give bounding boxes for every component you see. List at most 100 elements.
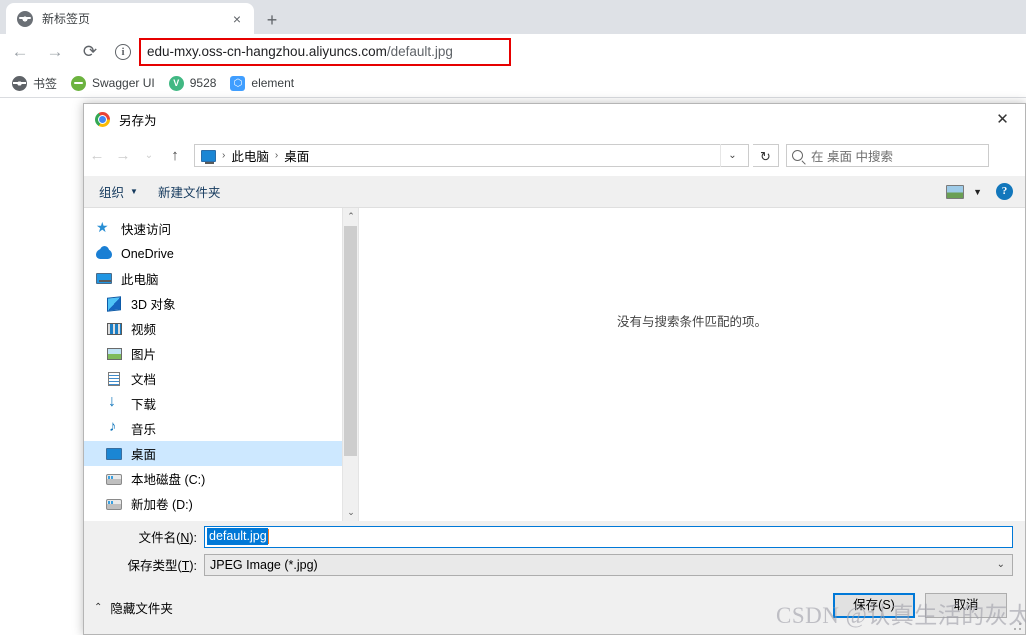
new-tab-button[interactable]: +	[258, 7, 286, 33]
reload-button[interactable]: ⟳	[75, 37, 105, 67]
filename-row: 文件名(N): default.jpg	[84, 524, 1025, 549]
view-layout-icon[interactable]	[946, 184, 965, 199]
tree-item-videos[interactable]: 视频	[84, 316, 358, 341]
downloads-icon	[106, 393, 123, 412]
organize-button[interactable]: 组织 ▼	[89, 176, 148, 207]
tree-item-label: 音乐	[131, 423, 157, 437]
dialog-title-bar[interactable]: 另存为 ✕	[84, 104, 1025, 135]
omnibox[interactable]: i edu-mxy.oss-cn-hangzhou.aliyuncs.com/d…	[109, 37, 1018, 66]
scrollbar-thumb[interactable]	[344, 226, 357, 456]
pin-icon	[96, 219, 113, 237]
filename-input[interactable]: default.jpg	[204, 525, 1013, 548]
element-icon: ⬡	[230, 75, 246, 91]
tree-item-label: 图片	[131, 348, 157, 362]
chevron-up-icon: ⌃	[94, 602, 103, 613]
new-folder-button[interactable]: 新建文件夹	[148, 176, 231, 207]
bookmark-item-9528[interactable]: V 9528	[168, 75, 217, 91]
bookmark-label: Swagger UI	[92, 76, 155, 90]
site-info-icon[interactable]: i	[115, 43, 131, 60]
help-icon[interactable]: ?	[996, 183, 1013, 200]
close-icon[interactable]: ×	[227, 9, 247, 29]
dialog-title: 另存为	[119, 114, 157, 128]
breadcrumb[interactable]: › 此电脑 › 桌面 ⌄	[194, 144, 749, 167]
cancel-button[interactable]: 取消	[925, 593, 1007, 618]
bookmarks-bar: 书签 Swagger UI V 9528 ⬡ element	[0, 69, 1026, 98]
pictures-icon	[106, 346, 123, 362]
new-folder-label: 新建文件夹	[157, 186, 221, 200]
forward-button[interactable]: →	[40, 37, 70, 67]
tree-item-label: 下载	[131, 398, 157, 412]
tree-item-downloads[interactable]: 下载	[84, 391, 358, 416]
chrome-logo-icon	[95, 112, 110, 127]
tree-item-onedrive[interactable]: OneDrive	[84, 241, 358, 266]
swagger-icon	[71, 75, 87, 91]
organize-label: 组织	[99, 186, 125, 200]
globe-icon	[17, 10, 33, 27]
scroll-down-icon[interactable]: ⌄	[343, 504, 358, 521]
tree-item-local-disk-c[interactable]: 本地磁盘 (C:)	[84, 466, 358, 491]
tree-item-label: 新加卷 (D:)	[131, 498, 193, 512]
bookmark-item-swagger-ui[interactable]: Swagger UI	[71, 75, 155, 91]
resize-grip[interactable]	[1014, 623, 1022, 631]
chevron-down-icon[interactable]: ⌄	[720, 144, 744, 167]
filename-label: 文件名(N):	[138, 531, 197, 545]
tree-item-label: 3D 对象	[131, 298, 176, 312]
search-input[interactable]: 在 桌面 中搜索	[786, 144, 989, 167]
browser-window: 新标签页 × + ← → ⟳ i edu-mxy.oss-cn-hangzhou…	[0, 0, 1026, 635]
address-bar[interactable]: edu-mxy.oss-cn-hangzhou.aliyuncs.com/def…	[139, 37, 511, 66]
browser-tab[interactable]: 新标签页 ×	[6, 3, 254, 34]
scroll-up-icon[interactable]: ⌃	[343, 208, 358, 225]
chevron-down-icon[interactable]: ⌄	[997, 559, 1005, 570]
url-domain: edu-mxy.oss-cn-hangzhou.aliyuncs.com	[147, 44, 387, 59]
tree-item-music[interactable]: 音乐	[84, 416, 358, 441]
tree-item-new-volume-d[interactable]: 新加卷 (D:)	[84, 491, 358, 516]
bookmark-item-element[interactable]: ⬡ element	[230, 75, 295, 91]
savetype-row: 保存类型(T): JPEG Image (*.jpg) ⌄	[84, 552, 1025, 577]
search-icon	[792, 150, 803, 161]
bookmark-label: 9528	[189, 76, 217, 90]
savetype-select[interactable]: JPEG Image (*.jpg) ⌄	[204, 553, 1013, 576]
refresh-button[interactable]: ↻	[753, 144, 779, 167]
tree-item-label: 视频	[131, 323, 157, 337]
3d-objects-icon	[106, 295, 123, 312]
tree-item-documents[interactable]: 文档	[84, 366, 358, 391]
chevron-down-icon[interactable]: ▼	[973, 187, 982, 197]
dialog-navigation-bar: ← → ⌄ ↑ › 此电脑 › 桌面 ⌄ ↻ 在 桌面 中搜索	[84, 135, 1025, 176]
tree-item-3d-objects[interactable]: 3D 对象	[84, 291, 358, 316]
browser-toolbar: ← → ⟳ i edu-mxy.oss-cn-hangzhou.aliyuncs…	[0, 34, 1026, 69]
desktop-icon	[106, 446, 123, 462]
tree-item-label: 本地磁盘 (C:)	[131, 473, 206, 487]
disk-icon	[106, 496, 123, 512]
tree-item-pictures[interactable]: 图片	[84, 341, 358, 366]
filename-value: default.jpg	[207, 528, 268, 545]
dialog-forward-button[interactable]: →	[110, 143, 136, 169]
breadcrumb-item-desktop[interactable]: 桌面	[284, 146, 309, 165]
tree-item-quick-access[interactable]: 快速访问	[84, 216, 358, 241]
dialog-footer: ⌃ 隐藏文件夹 保存(S) 取消	[84, 582, 1025, 634]
nav-pane-scrollbar[interactable]: ⌃ ⌄	[342, 208, 358, 521]
recent-locations-button[interactable]: ⌄	[136, 143, 162, 169]
save-button[interactable]: 保存(S)	[833, 593, 915, 618]
tree-item-this-pc[interactable]: 此电脑	[84, 266, 358, 291]
bookmark-item-shuqian[interactable]: 书签	[12, 75, 57, 92]
dialog-form: 文件名(N): default.jpg 保存类型(T): JPEG Image …	[84, 521, 1025, 582]
up-one-level-button[interactable]: ↑	[162, 143, 188, 169]
tab-title: 新标签页	[42, 12, 91, 26]
bookmark-label: element	[251, 76, 295, 90]
dialog-back-button[interactable]: ←	[84, 143, 110, 169]
this-pc-icon	[96, 271, 113, 287]
globe-icon	[12, 75, 27, 91]
search-placeholder: 在 桌面 中搜索	[811, 150, 893, 164]
chevron-down-icon: ▼	[130, 187, 138, 196]
tree-item-desktop[interactable]: 桌面	[84, 441, 358, 466]
command-bar-right: ▼ ?	[946, 183, 1025, 200]
disk-icon	[106, 471, 123, 487]
savetype-label: 保存类型(T):	[127, 559, 197, 573]
breadcrumb-item-this-pc[interactable]: 此电脑	[231, 146, 269, 165]
hide-folders-toggle[interactable]: ⌃ 隐藏文件夹	[94, 598, 173, 617]
back-button[interactable]: ←	[5, 37, 35, 67]
file-list-pane[interactable]: 没有与搜索条件匹配的项。	[359, 208, 1025, 521]
savetype-value: JPEG Image (*.jpg)	[210, 557, 318, 572]
close-icon[interactable]: ✕	[980, 104, 1025, 135]
bookmark-label: 书签	[33, 76, 58, 91]
